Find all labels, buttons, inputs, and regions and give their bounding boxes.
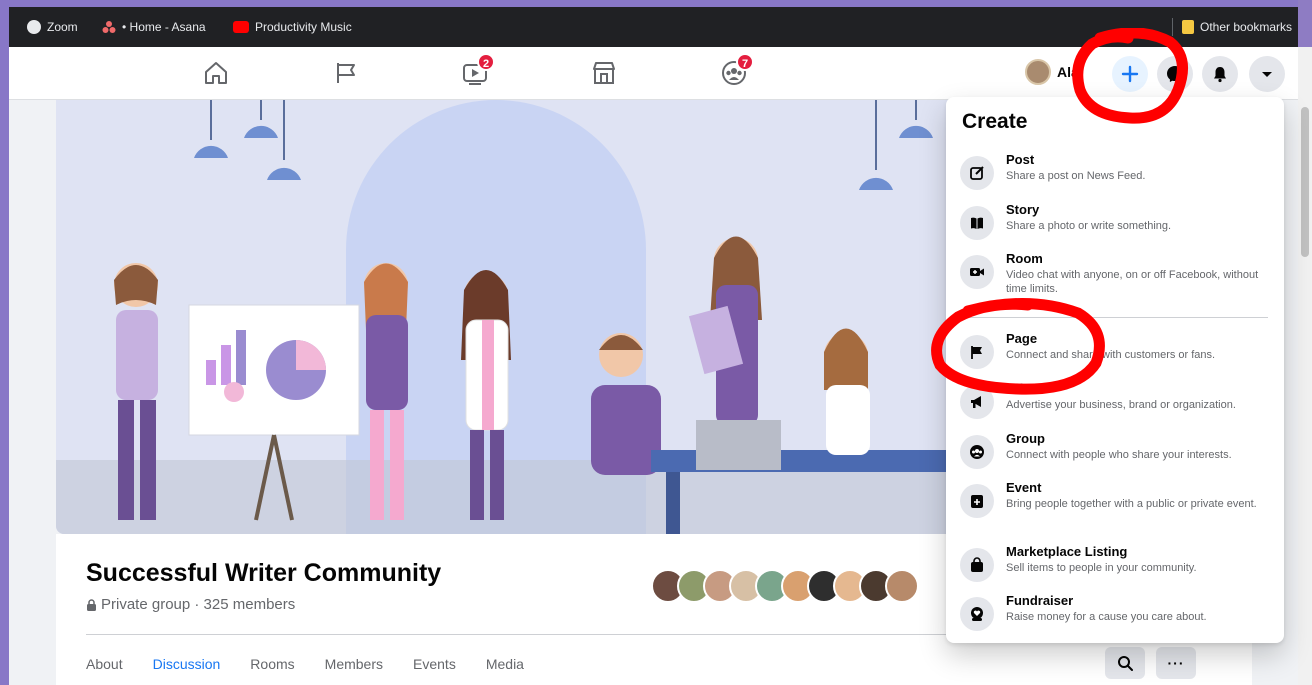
avatar — [885, 569, 919, 603]
caret-down-icon — [1262, 72, 1272, 77]
watch-notification-badge: 2 — [477, 53, 495, 71]
search-icon — [1118, 656, 1133, 671]
youtube-icon — [233, 21, 249, 33]
menu-item-desc: Share a photo or write something. — [1006, 220, 1172, 232]
more-options-button[interactable]: ··· — [1156, 647, 1196, 679]
menu-item-label: Ad — [1006, 381, 1024, 396]
tab-members[interactable]: Members — [325, 649, 383, 679]
bag-icon — [960, 548, 994, 582]
group-name: Successful Writer Community — [86, 559, 442, 587]
plus-icon — [1121, 65, 1139, 83]
tab-media[interactable]: Media — [486, 649, 524, 679]
group-tabs: About Discussion Rooms Members Events Me… — [86, 649, 554, 679]
bookmark-label: • Home - Asana — [122, 20, 206, 34]
create-event-item[interactable]: Event Bring people together with a publi… — [954, 480, 1276, 526]
menu-item-label: Marketplace Listing — [1006, 544, 1128, 559]
book-icon — [960, 206, 994, 240]
window-frame-left — [0, 0, 9, 685]
menu-item-label: Room — [1006, 251, 1043, 266]
tab-strip-edge — [9, 0, 1298, 7]
create-page-item[interactable]: Page Connect and share with customers or… — [954, 331, 1276, 377]
create-group-item[interactable]: Group Connect with people who share your… — [954, 431, 1276, 477]
bookmark-separator — [1172, 18, 1173, 36]
profile-link[interactable]: Ala — [1025, 59, 1079, 85]
folder-icon — [1182, 20, 1194, 34]
group-privacy-info: Private group · 325 members — [86, 596, 295, 613]
bookmark-productivity-music[interactable]: Productivity Music — [233, 18, 352, 36]
bookmarks-bar: Zoom • Home - Asana Productivity Music O… — [9, 0, 1298, 47]
bookmark-label: Other bookmarks — [1200, 20, 1293, 34]
create-menu: Create Post Share a post on News Feed. S… — [946, 97, 1284, 643]
bookmark-asana[interactable]: • Home - Asana — [102, 18, 206, 36]
menu-item-desc: Advertise your business, brand or organi… — [1006, 399, 1236, 411]
heart-hand-icon — [960, 597, 994, 631]
tab-discussion[interactable]: Discussion — [153, 649, 221, 679]
avatar — [1025, 59, 1051, 85]
group-meta-text: Private group · 325 members — [101, 596, 296, 613]
scrollbar-thumb[interactable] — [1301, 107, 1309, 257]
menu-item-label: Fundraiser — [1006, 593, 1074, 608]
create-post-item[interactable]: Post Share a post on News Feed. — [954, 152, 1276, 198]
flag-icon — [960, 335, 994, 369]
groups-notification-badge: 7 — [736, 53, 754, 71]
create-ad-item[interactable]: Ad Advertise your business, brand or org… — [954, 381, 1276, 427]
watch-icon[interactable]: 2 — [461, 53, 495, 87]
menu-divider — [962, 317, 1268, 318]
profile-name: Ala — [1057, 64, 1079, 80]
lock-icon — [87, 598, 96, 611]
notifications-button[interactable] — [1202, 56, 1238, 92]
globe-icon — [27, 20, 41, 34]
tab-events[interactable]: Events — [413, 649, 456, 679]
asana-icon — [102, 20, 116, 34]
menu-item-label: Page — [1006, 331, 1038, 346]
tab-rooms[interactable]: Rooms — [250, 649, 294, 679]
pages-flag-icon[interactable] — [332, 59, 360, 87]
bookmark-zoom[interactable]: Zoom — [27, 18, 78, 36]
tab-about[interactable]: About — [86, 649, 123, 679]
create-marketplace-listing-item[interactable]: Marketplace Listing Sell items to people… — [954, 544, 1276, 590]
home-icon[interactable] — [202, 59, 230, 87]
facebook-top-nav: 2 7 Ala — [9, 47, 1298, 100]
groups-icon[interactable]: 7 — [720, 53, 754, 87]
edit-icon — [960, 156, 994, 190]
create-room-item[interactable]: Room Video chat with anyone, on or off F… — [954, 251, 1276, 297]
menu-item-desc: Share a post on News Feed. — [1006, 170, 1146, 182]
menu-item-desc: Sell items to people in your community. — [1006, 562, 1197, 574]
bookmark-label: Productivity Music — [255, 20, 352, 34]
menu-item-label: Group — [1006, 431, 1045, 446]
page-scrollbar[interactable] — [1298, 47, 1312, 685]
group-icon — [960, 435, 994, 469]
menu-item-label: Post — [1006, 152, 1035, 167]
bell-icon — [1214, 67, 1226, 83]
menu-item-desc: Video chat with anyone, on or off Facebo… — [1006, 269, 1259, 295]
member-avatars[interactable] — [651, 569, 919, 603]
calendar-icon — [960, 484, 994, 518]
group-search-button[interactable] — [1105, 647, 1145, 679]
messenger-button[interactable] — [1157, 56, 1193, 92]
menu-item-label: Event — [1006, 480, 1042, 495]
more-icon: ··· — [1167, 655, 1185, 671]
bookmark-label: Zoom — [47, 20, 78, 34]
menu-item-desc: Connect and share with customers or fans… — [1006, 349, 1216, 361]
create-button[interactable] — [1112, 56, 1148, 92]
messenger-icon — [1167, 66, 1183, 82]
menu-item-label: Story — [1006, 202, 1040, 217]
menu-item-desc: Raise money for a cause you care about. — [1006, 611, 1207, 623]
video-icon — [960, 255, 994, 289]
create-menu-title: Create — [962, 110, 1028, 133]
megaphone-icon — [960, 385, 994, 419]
account-menu-button[interactable] — [1249, 56, 1285, 92]
create-fundraiser-item[interactable]: Fundraiser Raise money for a cause you c… — [954, 593, 1276, 639]
menu-item-desc: Connect with people who share your inter… — [1006, 449, 1232, 461]
menu-item-desc: Bring people together with a public or p… — [1006, 498, 1257, 510]
bookmark-other[interactable]: Other bookmarks — [1172, 18, 1293, 36]
create-story-item[interactable]: Story Share a photo or write something. — [954, 202, 1276, 248]
marketplace-icon[interactable] — [590, 59, 618, 87]
